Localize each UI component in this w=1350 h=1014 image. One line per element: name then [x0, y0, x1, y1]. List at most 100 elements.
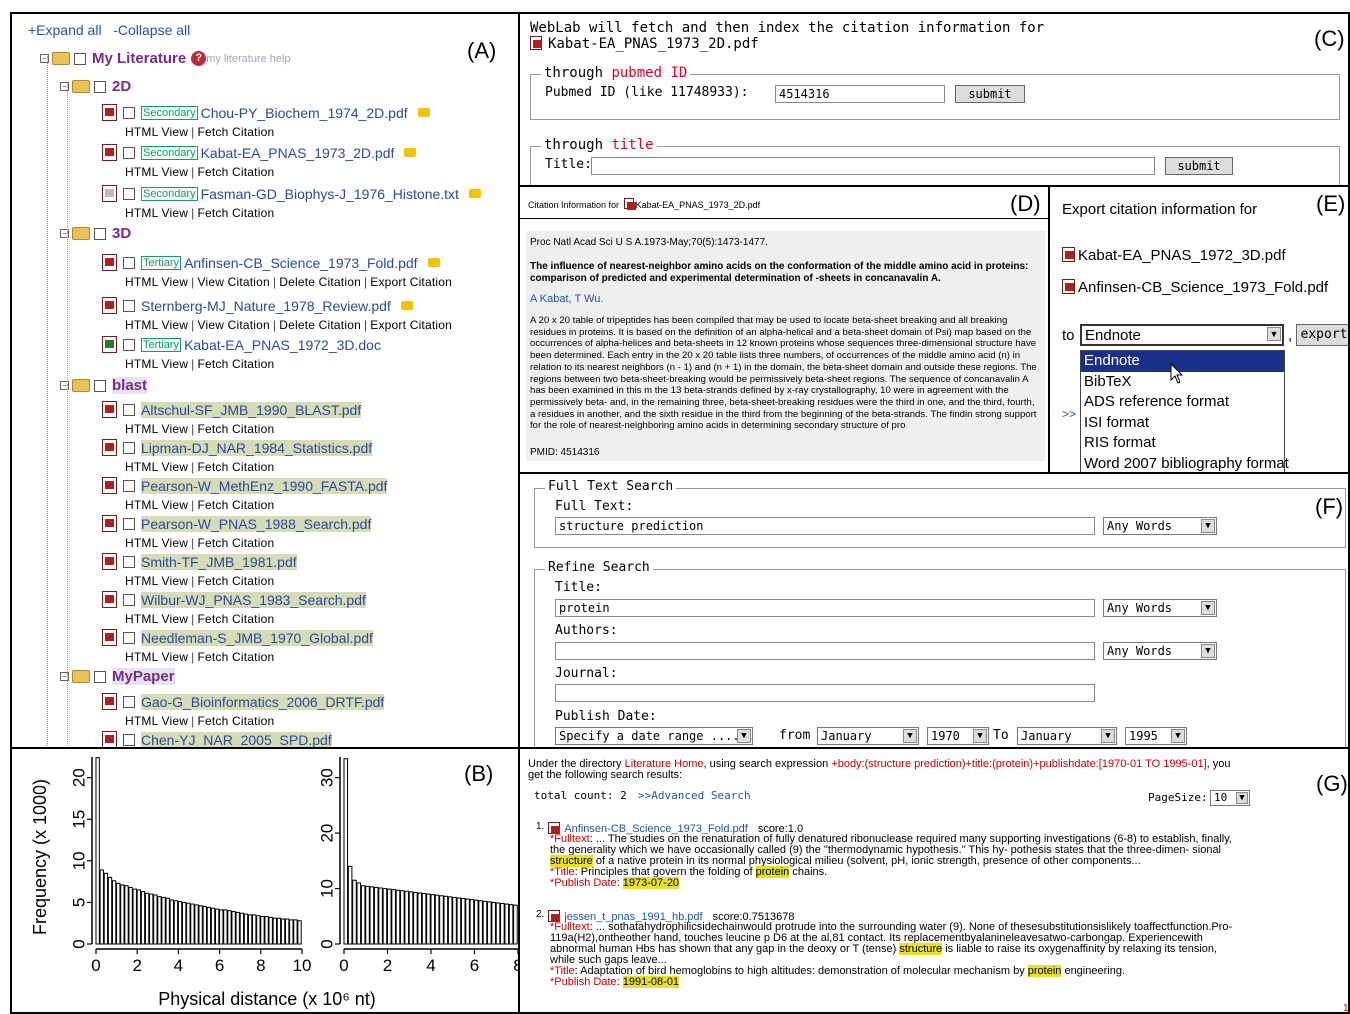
tree-file[interactable]: Altschul-SF_JMB_1990_BLAST.pdf	[102, 401, 362, 418]
file-action-link[interactable]: Fetch Citation	[197, 714, 274, 728]
file-action-link[interactable]: HTML View	[125, 536, 188, 550]
file-action-link[interactable]: Fetch Citation	[197, 536, 274, 550]
file-name-link[interactable]: Wilbur-WJ_PNAS_1983_Search.pdf	[141, 591, 366, 608]
file-action-link[interactable]: Fetch Citation	[197, 498, 274, 512]
note-icon[interactable]	[417, 108, 430, 117]
authors-input[interactable]	[555, 642, 1095, 660]
folder-name[interactable]: 2D	[112, 78, 131, 95]
file-action-link[interactable]: HTML View	[125, 165, 188, 179]
select-checkbox[interactable]	[123, 695, 135, 708]
file-action-link[interactable]: Fetch Citation	[197, 206, 274, 220]
file-name-link[interactable]: Sternberg-MJ_Nature_1978_Review.pdf	[141, 298, 391, 314]
tree-folder[interactable]: −2D	[60, 78, 131, 95]
tree-folder[interactable]: − blast	[60, 377, 148, 394]
select-checkbox[interactable]	[94, 379, 106, 392]
file-action-link[interactable]: HTML View	[125, 357, 188, 371]
file-name-link[interactable]: Lipman-DJ_NAR_1984_Statistics.pdf	[141, 439, 373, 456]
file-name-link[interactable]: Gao-G_Bioinformatics_2006_DRTF.pdf	[141, 693, 385, 710]
export-format-option[interactable]: Word 2007 bibliography format	[1081, 454, 1289, 474]
select-checkbox[interactable]	[123, 106, 135, 119]
file-action-link[interactable]: Delete Citation	[279, 318, 361, 332]
file-name-link[interactable]: Pearson-W_PNAS_1988_Search.pdf	[141, 515, 372, 532]
folder-name[interactable]: MyPaper	[112, 668, 175, 685]
fulltext-mode-select[interactable]: Any Words ▼	[1103, 517, 1217, 535]
file-action-link[interactable]: Fetch Citation	[197, 650, 274, 664]
file-action-link[interactable]: HTML View	[125, 125, 188, 139]
journal-input[interactable]	[555, 684, 1095, 702]
select-checkbox[interactable]	[123, 403, 135, 416]
file-action-link[interactable]: Export Citation	[370, 275, 452, 289]
date-mode-select[interactable]: Specify a date range ...... ▼	[555, 727, 753, 745]
file-action-link[interactable]: Delete Citation	[279, 275, 361, 289]
file-name-link[interactable]: Fasman-GD_Biophys-J_1976_Histone.txt	[201, 186, 459, 202]
file-action-link[interactable]: Fetch Citation	[197, 460, 274, 474]
select-checkbox[interactable]	[74, 52, 86, 65]
file-name-link[interactable]: Needleman-S_JMB_1970_Global.pdf	[141, 629, 373, 646]
tree-file[interactable]: Secondary Kabat-EA_PNAS_1973_2D.pdf	[102, 144, 417, 161]
note-icon[interactable]	[404, 148, 417, 157]
file-name-link[interactable]: Smith-TF_JMB_1981.pdf	[141, 553, 297, 570]
export-format-select[interactable]: Endnote ▼	[1080, 324, 1284, 346]
select-checkbox[interactable]	[123, 441, 135, 454]
select-checkbox[interactable]	[123, 479, 135, 492]
note-icon[interactable]	[427, 258, 440, 267]
file-action-link[interactable]: HTML View	[125, 422, 188, 436]
file-name-link[interactable]: Chen-YJ_NAR_2005_SPD.pdf	[141, 731, 332, 747]
title-submit-button[interactable]: submit	[1165, 157, 1233, 175]
note-icon[interactable]	[468, 189, 481, 198]
tree-file[interactable]: Needleman-S_JMB_1970_Global.pdf	[102, 629, 373, 646]
file-name-link[interactable]: Altschul-SF_JMB_1990_BLAST.pdf	[141, 401, 362, 418]
to-month-select[interactable]: January ▼	[1017, 727, 1117, 745]
file-name-link[interactable]: Kabat-EA_PNAS_1972_3D.doc	[184, 337, 381, 353]
citation-authors[interactable]: A Kabat, T Wu.	[530, 293, 1041, 305]
file-action-link[interactable]: HTML View	[125, 275, 188, 289]
export-more-link[interactable]: >>	[1062, 407, 1076, 421]
pubmed-submit-button[interactable]: submit	[955, 85, 1025, 103]
select-checkbox[interactable]	[123, 146, 135, 159]
help-icon[interactable]: ?	[191, 51, 207, 66]
file-action-link[interactable]: Export Citation	[370, 318, 452, 332]
help-link[interactable]: my literature help	[206, 53, 290, 65]
authors-mode-select[interactable]: Any Words ▼	[1103, 642, 1217, 660]
note-icon[interactable]	[400, 301, 413, 310]
tree-file[interactable]: Gao-G_Bioinformatics_2006_DRTF.pdf	[102, 693, 385, 710]
folder-name[interactable]: 3D	[112, 225, 131, 242]
pubmed-input[interactable]: 4514316	[775, 85, 945, 103]
fulltext-input[interactable]: structure prediction	[555, 517, 1095, 535]
tree-file[interactable]: Smith-TF_JMB_1981.pdf	[102, 553, 297, 570]
tree-file[interactable]: Secondary Fasman-GD_Biophys-J_1976_Histon…	[102, 185, 481, 202]
file-action-link[interactable]: Fetch Citation	[197, 574, 274, 588]
tree-folder[interactable]: − MyPaper	[60, 668, 175, 685]
select-checkbox[interactable]	[94, 670, 106, 683]
from-month-select[interactable]: January ▼	[817, 727, 919, 745]
export-button[interactable]: export	[1296, 324, 1348, 346]
page-number[interactable]: 1	[1343, 1003, 1348, 1012]
tree-file[interactable]: Lipman-DJ_NAR_1984_Statistics.pdf	[102, 439, 373, 456]
file-action-link[interactable]: Fetch Citation	[197, 612, 274, 626]
select-checkbox[interactable]	[123, 733, 135, 746]
select-checkbox[interactable]	[123, 256, 135, 269]
export-format-option[interactable]: ADS reference format	[1081, 392, 1284, 413]
select-checkbox[interactable]	[123, 593, 135, 606]
select-checkbox[interactable]	[94, 227, 106, 240]
from-year-select[interactable]: 1970 ▼	[927, 727, 989, 745]
file-action-link[interactable]: HTML View	[125, 206, 188, 220]
file-name-link[interactable]: Pearson-W_MethEnz_1990_FASTA.pdf	[141, 477, 388, 494]
select-checkbox[interactable]	[123, 187, 135, 200]
select-checkbox[interactable]	[123, 517, 135, 530]
tree-file[interactable]: Pearson-W_MethEnz_1990_FASTA.pdf	[102, 477, 388, 494]
file-action-link[interactable]: HTML View	[125, 574, 188, 588]
tree-root-label[interactable]: My Literature	[92, 50, 186, 67]
file-action-link[interactable]: Fetch Citation	[197, 165, 274, 179]
select-checkbox[interactable]	[123, 338, 135, 351]
tree-file[interactable]: Chen-YJ_NAR_2005_SPD.pdf	[102, 731, 332, 747]
file-action-link[interactable]: Fetch Citation	[197, 422, 274, 436]
select-checkbox[interactable]	[123, 299, 135, 312]
file-action-link[interactable]: View Citation	[197, 275, 269, 289]
select-checkbox[interactable]	[94, 80, 106, 93]
tree-file[interactable]: Sternberg-MJ_Nature_1978_Review.pdf	[102, 297, 413, 314]
to-year-select[interactable]: 1995 ▼	[1125, 727, 1187, 745]
file-name-link[interactable]: Kabat-EA_PNAS_1973_2D.pdf	[201, 145, 395, 161]
file-action-link[interactable]: HTML View	[125, 318, 188, 332]
tree-file[interactable]: Tertiary Kabat-EA_PNAS_1972_3D.doc	[102, 336, 381, 353]
